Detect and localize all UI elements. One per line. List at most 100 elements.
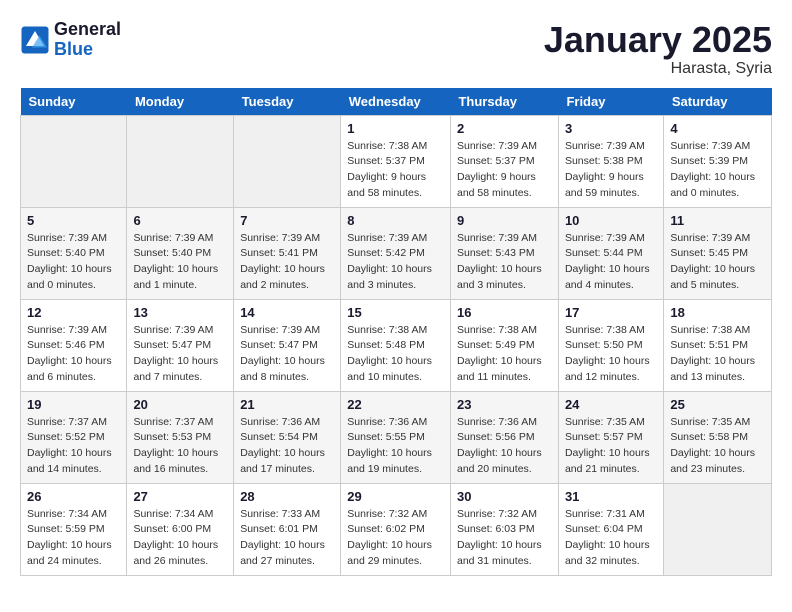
calendar-cell: 29 Sunrise: 7:32 AMSunset: 6:02 PMDayligh… [341, 483, 451, 575]
day-info: Sunrise: 7:39 AMSunset: 5:43 PMDaylight:… [457, 231, 552, 294]
calendar-week-row: 5 Sunrise: 7:39 AMSunset: 5:40 PMDaylight… [21, 207, 772, 299]
calendar-cell: 23 Sunrise: 7:36 AMSunset: 5:56 PMDayligh… [450, 391, 558, 483]
day-number: 29 [347, 489, 444, 504]
day-number: 1 [347, 121, 444, 136]
calendar-cell: 16Sunrise: 7:38 AMSunset: 5:49 PMDayligh… [450, 299, 558, 391]
calendar-week-row: 19Sunrise: 7:37 AMSunset: 5:52 PMDayligh… [21, 391, 772, 483]
day-number: 20 [133, 397, 227, 412]
calendar-title: January 2025 [544, 20, 772, 60]
calendar-cell: 13 Sunrise: 7:39 AMSunset: 5:47 PMDayligh… [127, 299, 234, 391]
calendar-cell: 11Sunrise: 7:39 AMSunset: 5:45 PMDayligh… [664, 207, 772, 299]
page-header: General Blue January 2025 Harasta, Syria [20, 20, 772, 78]
calendar-subtitle: Harasta, Syria [544, 60, 772, 78]
day-info: Sunrise: 7:32 AMSunset: 6:02 PMDaylight:… [347, 507, 444, 570]
day-info: Sunrise: 7:39 AMSunset: 5:40 PMDaylight:… [133, 231, 227, 294]
calendar-cell: 1 Sunrise: 7:38 AMSunset: 5:37 PMDaylight… [341, 115, 451, 207]
calendar-cell: 25 Sunrise: 7:35 AMSunset: 5:58 PMDayligh… [664, 391, 772, 483]
day-info: Sunrise: 7:39 AMSunset: 5:44 PMDaylight:… [565, 231, 657, 294]
calendar-cell: 27 Sunrise: 7:34 AMSunset: 6:00 PMDayligh… [127, 483, 234, 575]
logo-icon [20, 25, 50, 55]
calendar-cell: 22Sunrise: 7:36 AMSunset: 5:55 PMDayligh… [341, 391, 451, 483]
title-section: January 2025 Harasta, Syria [544, 20, 772, 78]
day-number: 23 [457, 397, 552, 412]
calendar-cell: 9 Sunrise: 7:39 AMSunset: 5:43 PMDaylight… [450, 207, 558, 299]
day-info: Sunrise: 7:38 AMSunset: 5:49 PMDaylight:… [457, 323, 552, 386]
day-info: Sunrise: 7:35 AMSunset: 5:58 PMDaylight:… [670, 415, 765, 478]
day-number: 26 [27, 489, 120, 504]
day-number: 28 [240, 489, 334, 504]
day-info: Sunrise: 7:31 AMSunset: 6:04 PMDaylight:… [565, 507, 657, 570]
calendar-cell: 3 Sunrise: 7:39 AMSunset: 5:38 PMDaylight… [558, 115, 663, 207]
day-number: 5 [27, 213, 120, 228]
calendar-cell: 5Sunrise: 7:39 AMSunset: 5:40 PMDaylight… [21, 207, 127, 299]
day-number: 8 [347, 213, 444, 228]
day-of-week-header: Sunday [21, 88, 127, 116]
day-info: Sunrise: 7:34 AMSunset: 6:00 PMDaylight:… [133, 507, 227, 570]
day-number: 27 [133, 489, 227, 504]
calendar-cell: 15 Sunrise: 7:38 AMSunset: 5:48 PMDayligh… [341, 299, 451, 391]
day-number: 10 [565, 213, 657, 228]
day-info: Sunrise: 7:39 AMSunset: 5:42 PMDaylight:… [347, 231, 444, 294]
calendar-cell: 26 Sunrise: 7:34 AMSunset: 5:59 PMDayligh… [21, 483, 127, 575]
day-number: 30 [457, 489, 552, 504]
day-number: 6 [133, 213, 227, 228]
day-info: Sunrise: 7:39 AMSunset: 5:41 PMDaylight:… [240, 231, 334, 294]
calendar-cell [664, 483, 772, 575]
day-number: 25 [670, 397, 765, 412]
day-of-week-header: Saturday [664, 88, 772, 116]
logo-text: General Blue [54, 20, 121, 60]
calendar-cell: 20 Sunrise: 7:37 AMSunset: 5:53 PMDayligh… [127, 391, 234, 483]
day-info: Sunrise: 7:39 AMSunset: 5:37 PMDaylight:… [457, 139, 552, 202]
day-info: Sunrise: 7:38 AMSunset: 5:48 PMDaylight:… [347, 323, 444, 386]
day-info: Sunrise: 7:32 AMSunset: 6:03 PMDaylight:… [457, 507, 552, 570]
day-number: 17 [565, 305, 657, 320]
day-number: 9 [457, 213, 552, 228]
day-info: Sunrise: 7:39 AMSunset: 5:47 PMDaylight:… [133, 323, 227, 386]
logo: General Blue [20, 20, 121, 60]
day-info: Sunrise: 7:39 AMSunset: 5:47 PMDaylight:… [240, 323, 334, 386]
day-number: 3 [565, 121, 657, 136]
day-number: 13 [133, 305, 227, 320]
calendar-cell: 18Sunrise: 7:38 AMSunset: 5:51 PMDayligh… [664, 299, 772, 391]
day-number: 2 [457, 121, 552, 136]
calendar-cell [21, 115, 127, 207]
day-info: Sunrise: 7:39 AMSunset: 5:46 PMDaylight:… [27, 323, 120, 386]
calendar-table: SundayMondayTuesdayWednesdayThursdayFrid… [20, 88, 772, 576]
day-info: Sunrise: 7:38 AMSunset: 5:51 PMDaylight:… [670, 323, 765, 386]
day-of-week-header: Thursday [450, 88, 558, 116]
calendar-cell: 4Sunrise: 7:39 AMSunset: 5:39 PMDaylight… [664, 115, 772, 207]
calendar-cell: 28Sunrise: 7:33 AMSunset: 6:01 PMDayligh… [234, 483, 341, 575]
day-of-week-header: Tuesday [234, 88, 341, 116]
calendar-week-row: 1 Sunrise: 7:38 AMSunset: 5:37 PMDaylight… [21, 115, 772, 207]
day-info: Sunrise: 7:36 AMSunset: 5:54 PMDaylight:… [240, 415, 334, 478]
day-info: Sunrise: 7:39 AMSunset: 5:39 PMDaylight:… [670, 139, 765, 202]
day-number: 22 [347, 397, 444, 412]
calendar-cell: 17Sunrise: 7:38 AMSunset: 5:50 PMDayligh… [558, 299, 663, 391]
calendar-cell: 24Sunrise: 7:35 AMSunset: 5:57 PMDayligh… [558, 391, 663, 483]
day-of-week-header: Wednesday [341, 88, 451, 116]
day-info: Sunrise: 7:39 AMSunset: 5:38 PMDaylight:… [565, 139, 657, 202]
calendar-header-row: SundayMondayTuesdayWednesdayThursdayFrid… [21, 88, 772, 116]
calendar-cell: 8 Sunrise: 7:39 AMSunset: 5:42 PMDaylight… [341, 207, 451, 299]
day-info: Sunrise: 7:37 AMSunset: 5:53 PMDaylight:… [133, 415, 227, 478]
calendar-cell: 12 Sunrise: 7:39 AMSunset: 5:46 PMDayligh… [21, 299, 127, 391]
day-number: 31 [565, 489, 657, 504]
calendar-cell: 10 Sunrise: 7:39 AMSunset: 5:44 PMDayligh… [558, 207, 663, 299]
day-info: Sunrise: 7:38 AMSunset: 5:37 PMDaylight:… [347, 139, 444, 202]
day-number: 24 [565, 397, 657, 412]
day-number: 19 [27, 397, 120, 412]
day-of-week-header: Friday [558, 88, 663, 116]
day-number: 21 [240, 397, 334, 412]
calendar-cell: 30 Sunrise: 7:32 AMSunset: 6:03 PMDayligh… [450, 483, 558, 575]
calendar-cell: 21 Sunrise: 7:36 AMSunset: 5:54 PMDayligh… [234, 391, 341, 483]
calendar-cell: 2 Sunrise: 7:39 AMSunset: 5:37 PMDaylight… [450, 115, 558, 207]
calendar-week-row: 12 Sunrise: 7:39 AMSunset: 5:46 PMDayligh… [21, 299, 772, 391]
day-number: 15 [347, 305, 444, 320]
day-number: 14 [240, 305, 334, 320]
calendar-cell [127, 115, 234, 207]
day-number: 11 [670, 213, 765, 228]
day-info: Sunrise: 7:36 AMSunset: 5:56 PMDaylight:… [457, 415, 552, 478]
calendar-cell [234, 115, 341, 207]
day-number: 12 [27, 305, 120, 320]
day-info: Sunrise: 7:34 AMSunset: 5:59 PMDaylight:… [27, 507, 120, 570]
